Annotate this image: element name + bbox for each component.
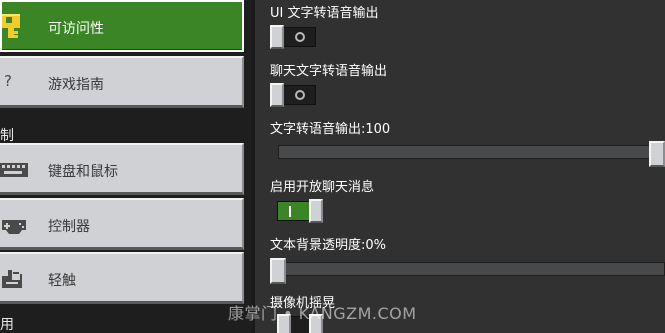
nav-label-accessibility: 可访问性: [48, 21, 104, 37]
watermark: 康掌门 • KANGZM.COM: [228, 304, 417, 323]
tts-output-label: 文字转语音输出:100: [270, 122, 391, 137]
nav-item-how-to-play[interactable]: ? 游戏指南: [0, 56, 244, 108]
toggle-knob: [309, 199, 323, 223]
keyboard-icon: [0, 163, 28, 177]
settings-nav-pane: 可访问性 ? 游戏指南 制 键盘和鼠标 控制器 轻触 用: [0, 0, 255, 333]
text-bg-opacity-label: 文本背景透明度:0%: [270, 238, 387, 253]
text-bg-opacity-slider[interactable]: [270, 258, 665, 284]
ui-tts-label: UI 文字转语音输出: [270, 6, 379, 21]
ui-tts-toggle[interactable]: [270, 25, 316, 49]
open-chat-toggle[interactable]: [277, 199, 323, 223]
gamepad-icon: [2, 220, 26, 234]
settings-screen: 可访问性 ? 游戏指南 制 键盘和鼠标 控制器 轻触 用 UI 文字转语音输出 …: [0, 0, 665, 333]
accessibility-settings-pane: UI 文字转语音输出 聊天文字转语音输出 文字转语音输出:100 启用开放聊天消…: [255, 0, 665, 333]
chat-tts-toggle[interactable]: [270, 83, 316, 107]
nav-item-keyboard-mouse[interactable]: 键盘和鼠标: [0, 143, 244, 195]
slider-track: [270, 262, 665, 276]
tts-output-slider[interactable]: [278, 141, 665, 167]
toggle-knob: [270, 83, 284, 107]
toggle-knob: [270, 25, 284, 49]
nav-item-touch[interactable]: 轻触: [0, 252, 244, 304]
section-header-controls: 制: [0, 128, 14, 144]
nav-label-how-to-play: 游戏指南: [48, 77, 104, 93]
toggle-off-icon: [295, 32, 305, 42]
toggle-on-icon: [289, 206, 291, 217]
key-icon: [2, 14, 20, 38]
section-header-general: 用: [0, 317, 14, 333]
nav-label-controller: 控制器: [48, 219, 90, 235]
question-icon: ?: [4, 72, 12, 90]
nav-item-accessibility[interactable]: 可访问性: [0, 0, 244, 52]
toggle-off-icon: [295, 90, 305, 100]
nav-item-controller[interactable]: 控制器: [0, 198, 244, 250]
slider-thumb[interactable]: [649, 141, 665, 167]
chat-tts-label: 聊天文字转语音输出: [270, 64, 388, 79]
open-chat-label: 启用开放聊天消息: [270, 180, 375, 195]
slider-thumb[interactable]: [270, 258, 286, 284]
slider-track: [278, 145, 665, 159]
nav-label-keyboard-mouse: 键盘和鼠标: [48, 164, 118, 180]
touch-hand-icon: [2, 270, 22, 288]
nav-label-touch: 轻触: [48, 273, 76, 289]
